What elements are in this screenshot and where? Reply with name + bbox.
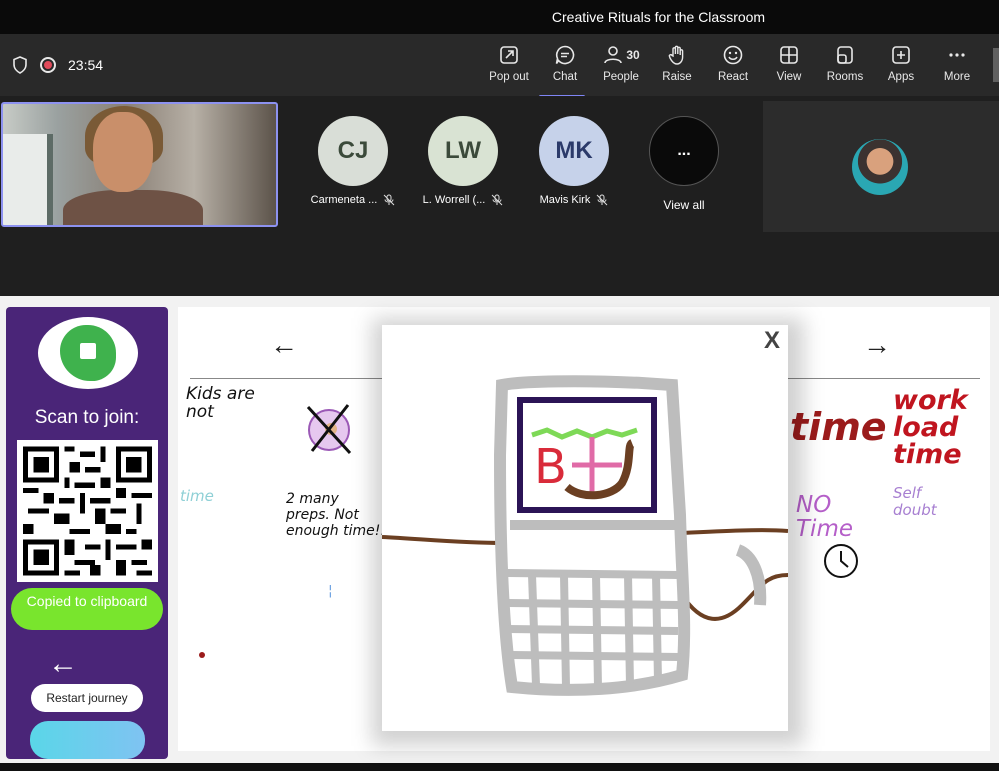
shield-icon [13, 56, 27, 74]
action-button[interactable] [30, 721, 145, 759]
crossed-drawing [306, 404, 352, 455]
avatar: LW [428, 116, 498, 186]
rooms-button[interactable]: Rooms [817, 44, 873, 92]
restart-journey-button[interactable]: Restart journey [31, 684, 143, 712]
note-time-red: time [790, 405, 887, 449]
phone-drawing: B [382, 375, 788, 696]
join-side-panel: Scan to join: Copied to clipboard ← Rest… [6, 307, 168, 759]
close-icon[interactable]: X [764, 327, 780, 355]
chat-button[interactable]: Chat [537, 44, 593, 98]
meeting-toolbar: 23:54 Pop out Chat 30 People Raise React… [0, 34, 999, 98]
note-time-small: time [180, 487, 214, 505]
drawing-modal: B X [382, 325, 788, 731]
participant-video-tile[interactable] [763, 101, 999, 232]
view-all-button[interactable]: ... View all [639, 116, 729, 212]
more-icon [949, 53, 965, 57]
people-icon [604, 46, 623, 64]
chat-icon [555, 45, 575, 65]
next-arrow-icon[interactable]: → [863, 329, 891, 361]
note-many-preps: 2 many preps. Not enough time!! [286, 491, 386, 539]
raise-hand-button[interactable]: Raise [649, 44, 705, 92]
participant-tile-mk[interactable]: MK Mavis Kirk [529, 116, 619, 206]
people-button[interactable]: 30 People [593, 44, 649, 92]
svg-text:B: B [534, 439, 567, 495]
title-bar: Creative Rituals for the Classroom [0, 0, 999, 34]
view-all-label: View all [663, 198, 705, 212]
note-kids-not: Kids are not [186, 384, 255, 422]
participant-name: Mavis Kirk [540, 194, 609, 206]
qr-code [17, 440, 158, 582]
avatar: CJ [318, 116, 388, 186]
mic-muted-icon [597, 194, 608, 206]
speaker-video-tile[interactable] [1, 102, 278, 227]
participant-name: L. Worrell (... [423, 194, 504, 206]
participant-name: Carmeneta ... [311, 194, 396, 206]
meeting-title: Creative Rituals for the Classroom [551, 9, 766, 25]
dot-mark [199, 652, 205, 658]
apps-button[interactable]: Apps [873, 44, 929, 92]
bottom-bar [0, 763, 999, 771]
recording-icon [40, 57, 56, 73]
app-logo [38, 317, 138, 389]
more-button[interactable]: More [929, 44, 985, 92]
speaker-body [63, 190, 203, 225]
participant-photo [852, 139, 908, 195]
participant-strip: CJ Carmeneta ... LW L. Worrell (... MK M… [0, 96, 999, 296]
pop-out-button[interactable]: Pop out [481, 44, 537, 92]
mic-muted-icon [492, 194, 503, 206]
participant-tile-cj[interactable]: CJ Carmeneta ... [308, 116, 398, 206]
video-background [3, 134, 53, 225]
rooms-icon [837, 46, 853, 64]
note-no-time: NO Time [796, 492, 853, 542]
clock-icon [824, 544, 858, 578]
scan-to-join-label: Scan to join: [34, 407, 140, 428]
meeting-timer: 23:54 [68, 57, 104, 73]
react-button[interactable]: React [705, 44, 761, 92]
react-icon [723, 45, 743, 65]
apps-icon [892, 46, 910, 64]
previous-arrow-icon[interactable]: ← [270, 329, 298, 361]
view-icon [780, 46, 798, 64]
note-self-doubt: Self doubt [893, 484, 937, 519]
cursor-mark: ¦ [328, 583, 333, 599]
note-work-load: work load time [893, 385, 968, 470]
speaker-face [93, 112, 153, 192]
scroll-handle[interactable] [993, 48, 999, 82]
more-participants-icon: ... [649, 116, 719, 186]
view-button[interactable]: View [761, 44, 817, 92]
avatar: MK [539, 116, 609, 186]
raise-hand-icon [668, 45, 684, 65]
pop-out-icon [500, 46, 518, 64]
copied-to-clipboard-button[interactable]: Copied to clipboard [11, 588, 163, 630]
participant-tile-lw[interactable]: LW L. Worrell (... [418, 116, 508, 206]
back-arrow-icon[interactable]: ← [48, 647, 78, 681]
mic-muted-icon [383, 194, 395, 206]
meeting-status: 23:54 [12, 56, 103, 74]
people-count: 30 [602, 44, 640, 66]
